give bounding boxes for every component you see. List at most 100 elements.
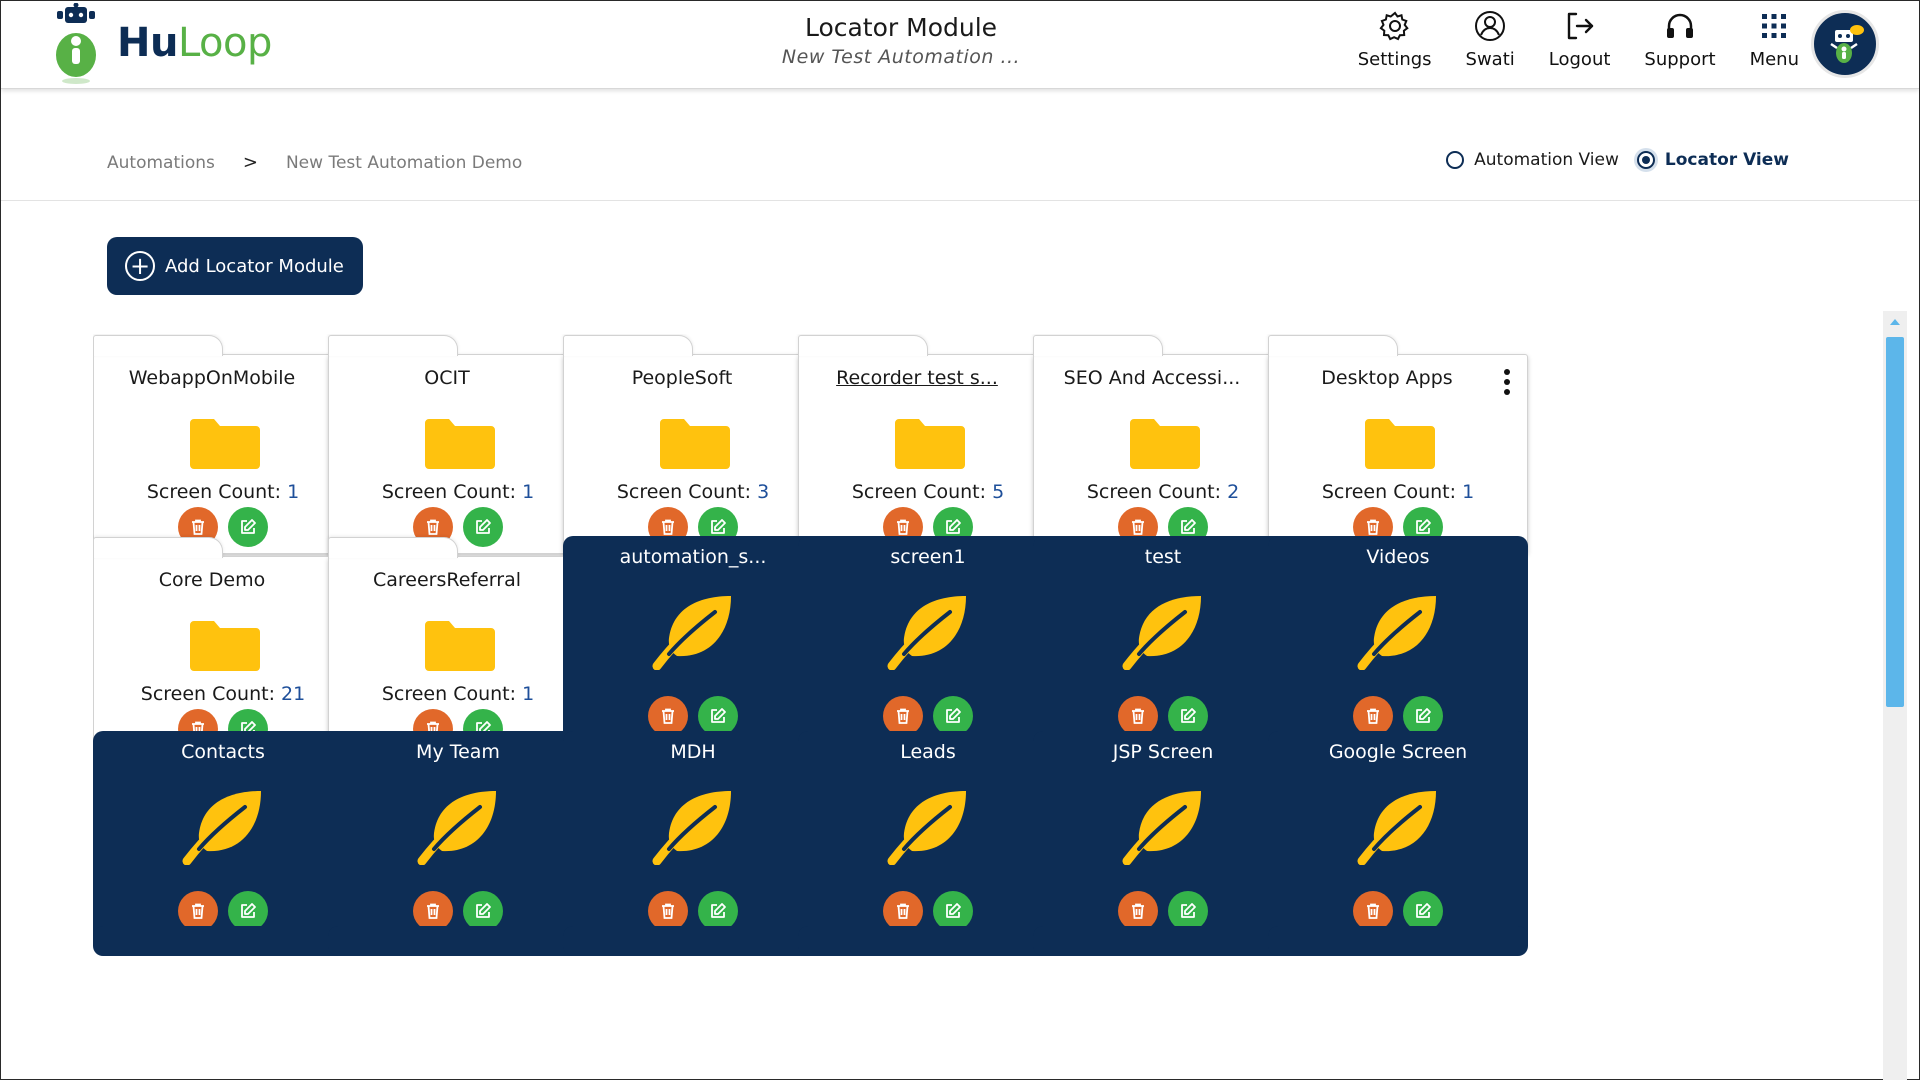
edit-button[interactable] [228,891,268,931]
module-title[interactable]: Desktop Apps [1269,367,1505,389]
delete-button[interactable] [1353,696,1393,736]
screen-card[interactable]: My Team [328,731,588,951]
edit-button[interactable] [698,891,738,931]
screen-card[interactable]: screen1 [798,536,1058,756]
trash-icon [1364,902,1382,920]
edit-button[interactable] [1168,696,1208,736]
folder-icon [658,415,732,471]
screen-card[interactable]: Contacts [93,731,353,951]
leaf-icon [651,789,739,866]
locator-module-card[interactable]: Recorder test s... Screen Count: 5 [798,335,1058,554]
assistant-avatar[interactable] [1811,10,1879,78]
breadcrumb-automations[interactable]: Automations [107,153,215,173]
nav-user-label: Swati [1465,49,1515,70]
top-nav: Settings Swati Logout Support Menu [1324,9,1799,70]
nav-menu[interactable]: Menu [1750,9,1799,70]
vertical-scrollbar[interactable] [1883,311,1907,1080]
nav-settings[interactable]: Settings [1358,9,1432,70]
edit-button[interactable] [463,507,503,547]
screen-card[interactable]: JSP Screen [1033,731,1293,951]
screen-card[interactable]: Videos [1268,536,1528,756]
page-subtitle: New Test Automation ... [781,46,1021,68]
screen-card[interactable]: automation_s... [563,536,823,756]
module-title[interactable]: Core Demo [94,569,330,591]
automation-view-radio[interactable]: Automation View [1446,150,1619,170]
module-title[interactable]: WebappOnMobile [94,367,330,389]
add-locator-module-button[interactable]: + Add Locator Module [107,237,363,295]
edit-button[interactable] [698,696,738,736]
folder-tab [1268,335,1398,356]
locator-module-card[interactable]: WebappOnMobile Screen Count: 1 [93,335,353,554]
screen-card[interactable]: MDH [563,731,823,951]
screen-count-label: Screen Count: [1321,481,1463,503]
screen-card[interactable] [563,926,823,956]
locator-view-radio[interactable]: Locator View [1636,150,1789,170]
screen-card[interactable] [1268,926,1528,956]
trash-icon [424,902,442,920]
breadcrumb: Automations > New Test Automation Demo [107,152,522,173]
screen-title: automation_s... [619,546,767,568]
screen-card[interactable]: test [1033,536,1293,756]
locator-grid: WebappOnMobile Screen Count: 1 OCIT Screen … [93,334,1795,1080]
scrollbar-thumb[interactable] [1886,337,1904,707]
trash-icon [1364,707,1382,725]
screen-count-value: 1 [1462,481,1475,503]
locator-module-card[interactable]: PeopleSoft Screen Count: 3 [563,335,823,554]
leaf-icon [1121,789,1209,866]
module-title[interactable]: Recorder test s... [799,367,1035,389]
screen-count: Screen Count: 1 [1269,481,1527,503]
locator-module-card[interactable]: SEO And Accessi... Screen Count: 2 [1033,335,1293,554]
trash-icon [1364,518,1382,536]
delete-button[interactable] [648,696,688,736]
locator-module-card[interactable]: Core Demo Screen Count: 21 [93,537,353,756]
locator-module-card[interactable]: OCIT Screen Count: 1 [328,335,588,554]
screen-card[interactable] [798,926,1058,956]
edit-button[interactable] [463,891,503,931]
screen-count: Screen Count: 3 [564,481,822,503]
edit-button[interactable] [933,891,973,931]
robot-assistant-icon [1830,25,1864,63]
delete-button[interactable] [1118,891,1158,931]
delete-button[interactable] [1118,696,1158,736]
huloop-logo[interactable]: HuLoop [51,2,272,87]
locator-module-card[interactable]: CareersReferral Screen Count: 1 [328,537,588,756]
delete-button[interactable] [883,891,923,931]
scroll-up-arrow-icon[interactable] [1883,311,1907,333]
edit-icon [944,518,962,536]
nav-logout[interactable]: Logout [1549,9,1610,70]
locator-module-card[interactable]: Desktop Apps Screen Count: 1 [1268,335,1528,554]
leaf-icon [886,789,974,866]
trash-icon [189,518,207,536]
card-actions [1268,891,1528,931]
screen-card[interactable] [1033,926,1293,956]
delete-button[interactable] [648,891,688,931]
delete-button[interactable] [883,696,923,736]
delete-button[interactable] [413,891,453,931]
module-title[interactable]: SEO And Accessi... [1034,367,1270,389]
screen-count-label: Screen Count: [146,481,288,503]
module-title[interactable]: CareersReferral [329,569,565,591]
app-header: HuLoop Locator Module New Test Automatio… [1,1,1919,89]
module-title[interactable]: OCIT [329,367,565,389]
screen-card[interactable]: Leads [798,731,1058,951]
edit-button[interactable] [933,696,973,736]
edit-button[interactable] [1403,891,1443,931]
edit-button[interactable] [1168,891,1208,931]
edit-button[interactable] [228,507,268,547]
module-title[interactable]: PeopleSoft [564,367,800,389]
folder-icon [423,415,497,471]
nav-user[interactable]: Swati [1466,9,1515,70]
leaf-icon [886,594,974,671]
delete-button[interactable] [178,891,218,931]
screen-card[interactable] [328,926,588,956]
screen-count-label: Screen Count: [616,481,758,503]
screen-count: Screen Count: 1 [94,481,352,503]
folder-tab [93,335,223,356]
more-options-icon[interactable] [1503,369,1511,395]
edit-button[interactable] [1403,696,1443,736]
nav-support[interactable]: Support [1644,9,1716,70]
folder-tab [328,335,458,356]
delete-button[interactable] [1353,891,1393,931]
screen-card[interactable] [93,926,353,956]
screen-card[interactable]: Google Screen [1268,731,1528,951]
